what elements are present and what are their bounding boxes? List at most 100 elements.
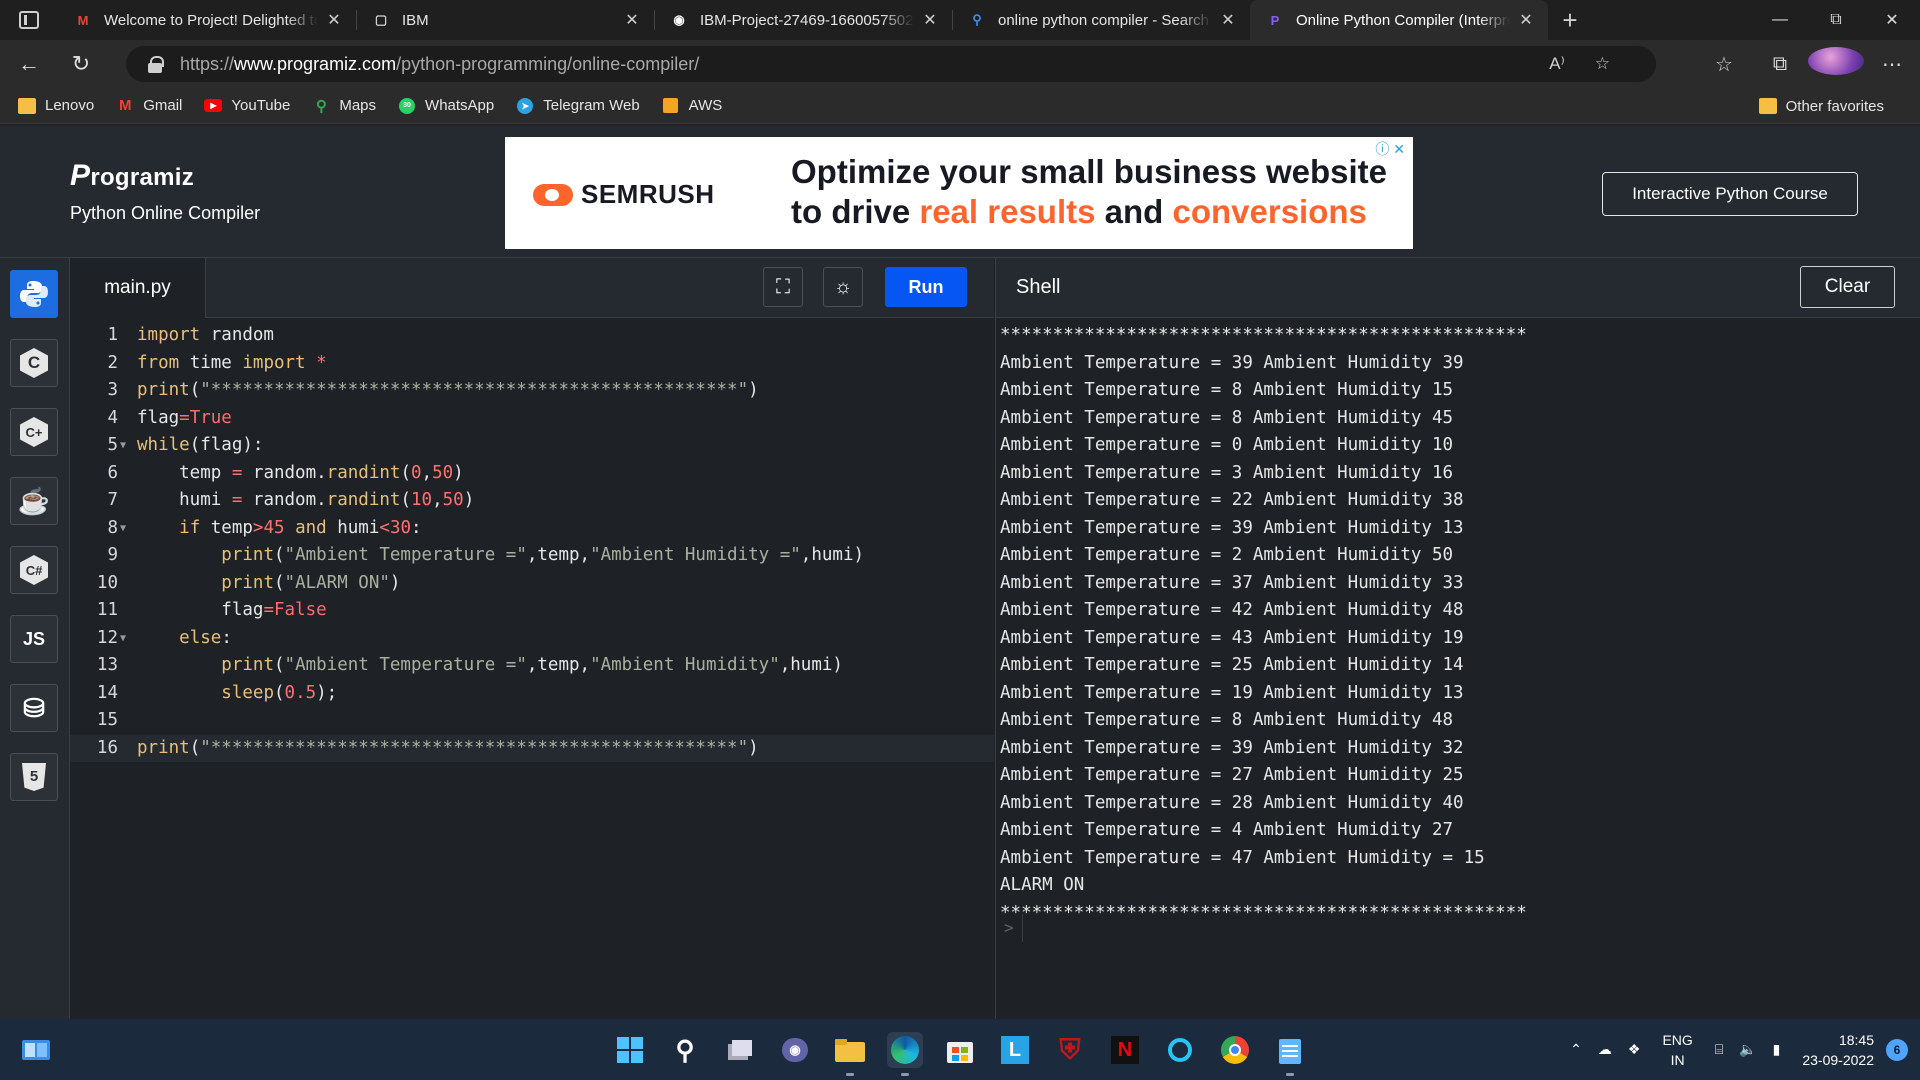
fold-arrow-icon[interactable]: ▼ (120, 625, 126, 653)
code-line[interactable]: 2 from time import * (70, 350, 994, 378)
code-line[interactable]: 4 flag=True (70, 405, 994, 433)
dropbox-icon[interactable]: ❖ (1628, 1041, 1641, 1058)
code-line[interactable]: 15 (70, 707, 994, 735)
advertisement-banner[interactable]: SEMRUSH Optimize your small business web… (505, 137, 1413, 249)
code-line[interactable]: 1 import random (70, 322, 994, 350)
profile-button[interactable] (1808, 47, 1864, 81)
browser-tab[interactable]: M Welcome to Project! Delighted to ✕ (58, 0, 356, 40)
volume-icon[interactable]: 🔈 (1739, 1041, 1756, 1058)
taskbar-search-button[interactable]: ⚲ (667, 1032, 703, 1068)
theme-toggle-button[interactable]: ☼ (823, 267, 863, 307)
taskbar-netflix-button[interactable]: N (1107, 1032, 1143, 1068)
code-line[interactable]: 6 temp = random.randint(0,50) (70, 460, 994, 488)
taskbar-store-button[interactable] (942, 1032, 978, 1068)
browser-tab[interactable]: ⚲ online python compiler - Search ✕ (952, 0, 1250, 40)
close-tab-icon[interactable]: ✕ (1218, 10, 1238, 30)
programiz-logo[interactable]: Programiz (70, 159, 194, 193)
code-line[interactable]: 14 sleep(0.5); (70, 680, 994, 708)
code-line[interactable]: 7 humi = random.randint(10,50) (70, 487, 994, 515)
wifi-icon[interactable]: ⌸ (1715, 1041, 1723, 1058)
bookmark-other-favorites[interactable]: Other favorites (1758, 88, 1884, 124)
close-tab-icon[interactable]: ✕ (1516, 10, 1536, 30)
shell-prompt[interactable]: > (1004, 918, 1014, 937)
read-aloud-icon[interactable]: A⁾ (1549, 54, 1565, 74)
battery-icon[interactable]: ▮ (1773, 1041, 1781, 1058)
bookmark-telegram-web[interactable]: ➤ Telegram Web (516, 97, 640, 114)
clock[interactable]: 18:45 23-09-2022 (1802, 1030, 1874, 1070)
language-csharp-button[interactable]: C# (10, 546, 58, 594)
favorites-icon[interactable]: ☆ (1696, 52, 1752, 77)
browser-tab[interactable]: ▢ IBM ✕ (356, 0, 654, 40)
settings-more-icon[interactable]: ⋯ (1864, 52, 1920, 77)
input-language-indicator[interactable]: ENG IN (1662, 1030, 1692, 1070)
code-line[interactable]: 11 flag=False (70, 597, 994, 625)
taskbar-task-view-button[interactable] (722, 1032, 758, 1068)
clear-button[interactable]: Clear (1800, 266, 1895, 308)
file-tab[interactable]: main.py (70, 258, 206, 318)
tab-actions-button[interactable] (0, 0, 58, 40)
code-area[interactable]: 1 import random 2 from time import * 3 print(… (70, 318, 994, 1020)
refresh-button[interactable]: ↻ (58, 46, 104, 82)
code-line[interactable]: 13 print("Ambient Temperature =",temp,"A… (70, 652, 994, 680)
ad-subline: to drive real results and conversions (791, 193, 1367, 230)
browser-tab[interactable]: ◉ IBM-Project-27469-1660057502/ ✕ (654, 0, 952, 40)
taskbar-chrome-button[interactable] (1217, 1032, 1253, 1068)
minimize-button[interactable]: — (1752, 0, 1808, 40)
output-line: Ambient Temperature = 39 Ambient Humidit… (1000, 352, 1464, 373)
code-line[interactable]: 9 print("Ambient Temperature =",temp,"Am… (70, 542, 994, 570)
language-java-button[interactable]: ☕ (10, 477, 58, 525)
code-line[interactable]: 12 ▼ else: (70, 625, 994, 653)
notification-badge[interactable]: 6 (1886, 1038, 1908, 1061)
back-button[interactable]: ← (6, 46, 52, 82)
code-text: temp = random.randint(0,50) (137, 462, 464, 483)
fullscreen-button[interactable]: ⛶ (763, 267, 803, 307)
code-line[interactable]: 8 ▼ if temp>45 and humi<30: (70, 515, 994, 543)
close-tab-icon[interactable]: ✕ (324, 10, 344, 30)
onedrive-icon[interactable]: ☁ (1598, 1041, 1612, 1058)
language-sql-button[interactable]: ⛁ (10, 684, 58, 732)
bookmark-gmail[interactable]: M Gmail (116, 97, 182, 114)
add-favorite-icon[interactable]: ☆ (1595, 54, 1610, 74)
taskbar-file-explorer-button[interactable] (832, 1032, 868, 1076)
taskbar-notepad-button[interactable] (1272, 1032, 1308, 1076)
browser-tab[interactable]: P Online Python Compiler (Interpre ✕ (1250, 0, 1548, 40)
taskbar-mcafee-button[interactable]: ⛨ (1052, 1032, 1088, 1068)
taskbar-lenovo-vantage-button[interactable]: L (997, 1032, 1033, 1068)
edge-icon (891, 1036, 919, 1064)
bookmark-aws[interactable]: AWS (662, 97, 722, 114)
close-tab-icon[interactable]: ✕ (622, 10, 642, 30)
language-html-button[interactable]: 5 (10, 753, 58, 801)
show-hidden-icons[interactable]: ⌃ (1570, 1041, 1582, 1058)
output-line: ALARM ON (1000, 875, 1085, 895)
close-tab-icon[interactable]: ✕ (920, 10, 940, 30)
bookmark-whatsapp[interactable]: 30 WhatsApp (398, 97, 494, 114)
code-line[interactable]: 5 ▼ while(flag): (70, 432, 994, 460)
bookmark-maps[interactable]: ⚲ Maps (312, 97, 376, 115)
fold-arrow-icon[interactable]: ▼ (120, 515, 126, 543)
line-number: 2 (107, 352, 118, 373)
interactive-course-button[interactable]: Interactive Python Course (1602, 172, 1858, 216)
close-window-button[interactable]: ✕ (1864, 0, 1920, 40)
restore-button[interactable]: ⧉ (1808, 0, 1864, 40)
language-python-button[interactable] (10, 270, 58, 318)
taskbar-edge-button[interactable] (887, 1032, 923, 1076)
taskbar-alexa-button[interactable] (1162, 1032, 1198, 1068)
code-line[interactable]: 3 print("********************************… (70, 377, 994, 405)
code-line[interactable]: 16 print("*******************************… (70, 734, 994, 762)
widgets-icon[interactable] (18, 1032, 54, 1068)
ad-brand: SEMRUSH (533, 179, 715, 210)
ad-choices-icon[interactable]: ⓘ ✕ (1375, 139, 1405, 159)
bookmark-youtube[interactable]: ▶ YouTube (204, 97, 290, 114)
fold-arrow-icon[interactable]: ▼ (120, 432, 126, 460)
address-bar[interactable]: https://www.programiz.com/python-program… (126, 46, 1656, 82)
code-line[interactable]: 10 print("ALARM ON") (70, 570, 994, 598)
run-button[interactable]: Run (885, 267, 967, 307)
language-javascript-button[interactable]: JS (10, 615, 58, 663)
bookmark-lenovo[interactable]: Lenovo (18, 97, 94, 114)
language-cpp-button[interactable]: C+ (10, 408, 58, 456)
language-c-button[interactable]: C (10, 339, 58, 387)
taskbar-teams-chat-button[interactable]: ◉ (777, 1032, 813, 1068)
new-tab-button[interactable]: + (1548, 0, 1592, 40)
taskbar-start-button[interactable] (612, 1032, 648, 1068)
collections-icon[interactable]: ⧉ (1752, 53, 1808, 76)
